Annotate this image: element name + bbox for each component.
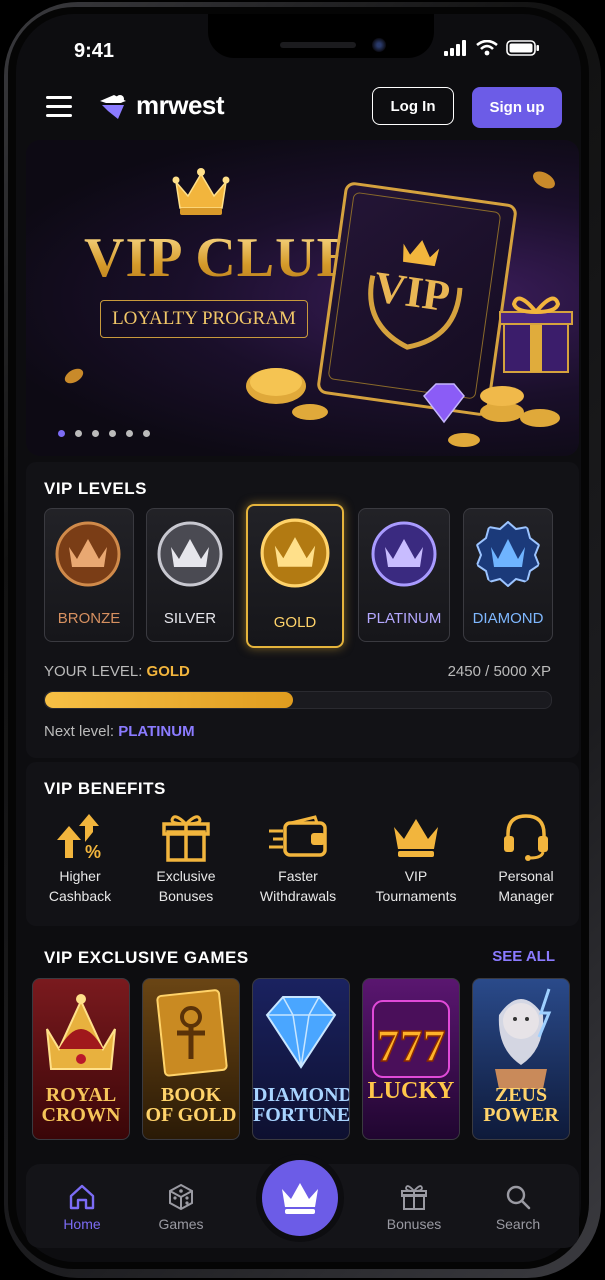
level-card-silver[interactable]: SILVER	[146, 508, 234, 642]
logo-text: mrwest	[136, 90, 225, 120]
login-button[interactable]: Log In	[372, 87, 454, 125]
nav-label: Search	[495, 1216, 541, 1232]
notch	[208, 14, 434, 58]
game-tile-diamond-fortune[interactable]: DIAMOND FORTUNE	[252, 978, 350, 1140]
status-icons	[444, 40, 540, 56]
carousel-dot[interactable]	[92, 430, 99, 437]
level-card-platinum[interactable]: PLATINUM	[358, 508, 450, 642]
gold-crown-badge-icon	[260, 518, 330, 588]
game-tile-royal-crown[interactable]: ROYAL CROWN	[32, 978, 130, 1140]
nav-label: Home	[63, 1216, 101, 1232]
front-camera	[372, 38, 386, 52]
vip-levels-title: VIP LEVELS	[44, 479, 147, 498]
next-level: Next level: PLATINUM	[44, 723, 195, 740]
nav-label: Bonuses	[386, 1216, 442, 1232]
carousel-dot[interactable]	[143, 430, 150, 437]
bronze-crown-badge-icon	[55, 521, 121, 587]
see-all-link[interactable]: SEE ALL	[492, 948, 555, 965]
benefit-label: Faster Withdrawals	[259, 868, 337, 904]
level-label: DIAMOND	[472, 610, 544, 627]
vip-games-title: VIP EXCLUSIVE GAMES	[44, 948, 249, 967]
wifi-icon	[476, 40, 498, 56]
benefit-bonuses[interactable]: Exclusive Bonuses	[136, 808, 236, 906]
headset-icon	[504, 814, 548, 861]
level-label: SILVER	[163, 610, 217, 627]
carousel-dot[interactable]	[126, 430, 133, 437]
gift-icon	[401, 1185, 427, 1210]
game-title: ROYAL CROWN	[41, 1084, 121, 1126]
xp-counter: 2450 / 5000 XP	[447, 663, 551, 680]
diamond-crown-badge-icon	[475, 521, 541, 587]
menu-icon[interactable]	[46, 96, 72, 118]
level-card-gold[interactable]: GOLD	[246, 504, 344, 648]
status-time: 9:41	[74, 40, 115, 62]
lucky-777-art-icon: 777	[372, 1000, 450, 1078]
coins-image	[64, 171, 560, 447]
level-label: PLATINUM	[366, 610, 442, 627]
carousel-dot[interactable]	[58, 430, 65, 437]
game-title: BOOK OF GOLD	[145, 1084, 237, 1126]
vip-benefits-title: VIP BENEFITS	[44, 779, 166, 798]
logo-icon	[100, 94, 126, 119]
home-icon	[69, 1184, 95, 1210]
benefit-withdrawals[interactable]: Faster Withdrawals	[248, 808, 348, 906]
svg-text:777: 777	[377, 1020, 446, 1071]
benefit-manager[interactable]: Personal Manager	[476, 808, 576, 906]
nav-bonuses[interactable]: Bonuses	[374, 1182, 454, 1232]
logo[interactable]: mrwest	[96, 90, 225, 121]
benefit-label: Personal Manager	[498, 868, 554, 904]
crown-icon	[282, 1183, 318, 1214]
vip-fab-button[interactable]	[262, 1160, 338, 1236]
nav-home[interactable]: Home	[42, 1182, 122, 1232]
dice-icon	[169, 1183, 193, 1211]
game-tile-lucky[interactable]: 777 LUCKY	[362, 978, 460, 1140]
game-title: DIAMOND FORTUNE	[253, 1084, 350, 1126]
signup-button[interactable]: Sign up	[472, 87, 562, 128]
game-title: ZEUS POWER	[483, 1084, 559, 1126]
benefit-tournaments[interactable]: VIP Tournaments	[366, 808, 466, 906]
benefit-label: Exclusive Bonuses	[156, 868, 216, 904]
nav-games[interactable]: Games	[141, 1182, 221, 1232]
game-tile-zeus-power[interactable]: ZEUS POWER	[472, 978, 570, 1140]
search-icon	[506, 1185, 531, 1210]
battery-icon	[506, 40, 539, 56]
gift-icon	[162, 815, 210, 862]
level-label: BRONZE	[57, 610, 121, 627]
level-card-diamond[interactable]: DIAMOND	[463, 508, 553, 642]
carousel-dots[interactable]	[58, 430, 150, 437]
signal-icon	[444, 40, 466, 56]
next-level-value: PLATINUM	[118, 723, 195, 740]
svg-text:%: %	[85, 842, 101, 862]
nav-label: Games	[158, 1216, 204, 1232]
platinum-crown-badge-icon	[371, 521, 437, 587]
carousel-dot[interactable]	[109, 430, 116, 437]
xp-progress-bar	[44, 691, 552, 709]
xp-progress-fill	[45, 692, 293, 708]
cashback-up-icon: %	[57, 814, 101, 862]
benefit-cashback[interactable]: % Higher Cashback	[30, 808, 130, 906]
game-title: LUCKY	[367, 1078, 455, 1104]
your-level-value: GOLD	[146, 663, 190, 680]
next-level-label: Next level:	[44, 723, 115, 740]
your-level-label: YOUR LEVEL:	[44, 663, 143, 680]
speaker	[280, 42, 356, 48]
silver-crown-badge-icon	[157, 521, 223, 587]
app-header: mrwest Log In Sign up	[0, 80, 605, 136]
level-card-bronze[interactable]: BRONZE	[44, 508, 134, 642]
your-level: YOUR LEVEL: GOLD	[44, 663, 190, 680]
benefit-label: Higher Cashback	[48, 868, 112, 904]
fast-wallet-icon	[269, 815, 327, 857]
benefit-label: VIP Tournaments	[375, 868, 457, 904]
level-label: GOLD	[273, 614, 317, 631]
crown-icon	[394, 819, 438, 857]
carousel-dot[interactable]	[75, 430, 82, 437]
vip-banner[interactable]: VIP CLUB LOYALTY PROGRAM VIP	[26, 140, 579, 456]
nav-search[interactable]: Search	[478, 1182, 558, 1232]
game-tile-book-of-gold[interactable]: BOOK OF GOLD	[142, 978, 240, 1140]
